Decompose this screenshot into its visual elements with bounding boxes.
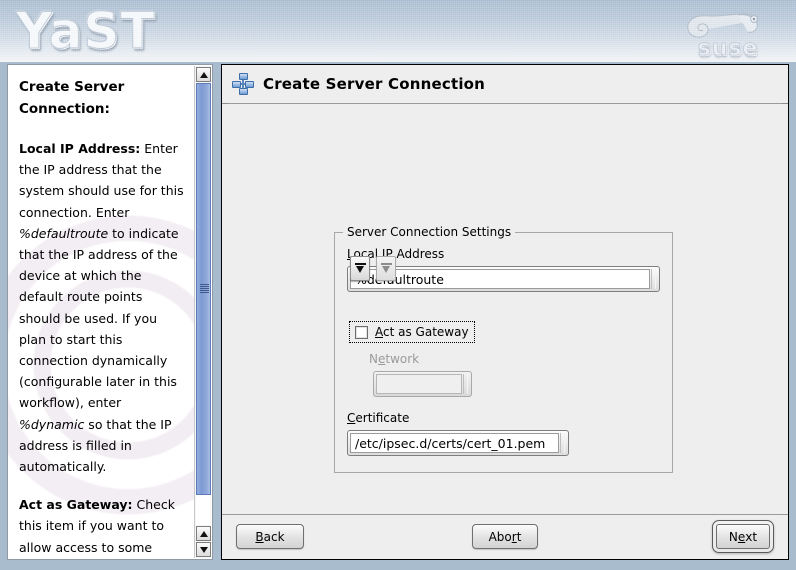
chevron-down-icon [354,263,366,274]
network-label-rest: twork [385,352,420,366]
network-input[interactable] [376,374,462,394]
network-dropdown-button[interactable] [376,256,396,281]
act-as-gateway-checkbox[interactable]: Act as Gateway [349,321,475,343]
scroll-up-arrow-icon [199,530,208,537]
help-scroll-down-button[interactable] [196,542,211,557]
help-text-area: Create Server Connection: Local IP Addre… [8,65,194,559]
next-button-label: Ne xt [716,524,770,549]
back-button-label: Back [255,529,285,544]
abort-button[interactable]: Abort [472,524,538,549]
network-connection-icon [232,73,254,95]
help-paragraph-gateway: Act as Gateway: Check this item if you w… [19,494,184,559]
server-connection-settings-group: Server Connection Settings Local IP Addr… [334,225,673,473]
help-title: Create Server Connection: [19,79,125,117]
gateway-label-rest: ct as Gateway [383,325,469,339]
help-content: Create Server Connection: Local IP Addre… [19,77,184,559]
certificate-label: Certificate [347,411,660,425]
help-term-local-ip: Local IP Address: [19,141,141,156]
yast-window: YaST suse Create Server Connection: Loca… [0,0,796,570]
help-body-1b: to indicate that the IP address of the d… [19,225,179,411]
suse-logo: suse [680,8,776,62]
gateway-label-accel: A [375,325,383,339]
next-button[interactable]: Ne xt [712,520,774,553]
help-em-defaultroute: %defaultroute [19,225,109,241]
help-scroll-up-button[interactable] [196,67,211,82]
dialog-panel: Create Server Connection Server Connecti… [221,64,789,560]
group-legend: Server Connection Settings [343,225,516,239]
dialog-header: Create Server Connection [222,65,788,104]
certificate-input[interactable]: /etc/ipsec.d/certs/cert_01.pem [350,433,559,453]
suse-wordmark: suse [697,36,759,62]
certificate-dropdown-button[interactable] [350,256,370,281]
scroll-down-arrow-icon [199,546,208,553]
certificate-label-rest: ertificate [355,411,410,425]
abort-button-label: Abort [488,529,522,544]
back-button[interactable]: Back [236,524,304,549]
certificate-combobox[interactable]: /etc/ipsec.d/certs/cert_01.pem [347,256,569,456]
checkbox-box-icon[interactable] [355,325,368,339]
yast-logo: YaST [15,2,156,61]
chevron-down-icon [380,263,392,274]
help-em-dynamic: %dynamic [19,416,85,432]
network-label-pre: N [369,352,378,366]
help-scrollbar-thumb[interactable] [196,83,211,495]
scroll-up-arrow-icon [199,71,208,78]
network-label: Network [369,352,660,366]
network-combobox[interactable] [373,256,472,397]
page-title: Create Server Connection [263,75,486,93]
help-scrollbar[interactable] [194,66,211,558]
scrollbar-grip-icon [200,284,209,293]
help-paragraph-local-ip: Local IP Address: Enter the IP address t… [19,138,184,477]
help-scroll-up-button-bottom[interactable] [196,526,211,541]
help-panel: Create Server Connection: Local IP Addre… [7,64,213,560]
help-term-gateway: Act as Gateway: [19,497,133,513]
yast-banner: YaST suse [0,0,796,62]
dialog-body: Server Connection Settings Local IP Addr… [222,104,788,518]
act-as-gateway-label: Act as Gateway [375,325,469,339]
dialog-button-bar: Back Abort Ne xt [222,514,788,559]
